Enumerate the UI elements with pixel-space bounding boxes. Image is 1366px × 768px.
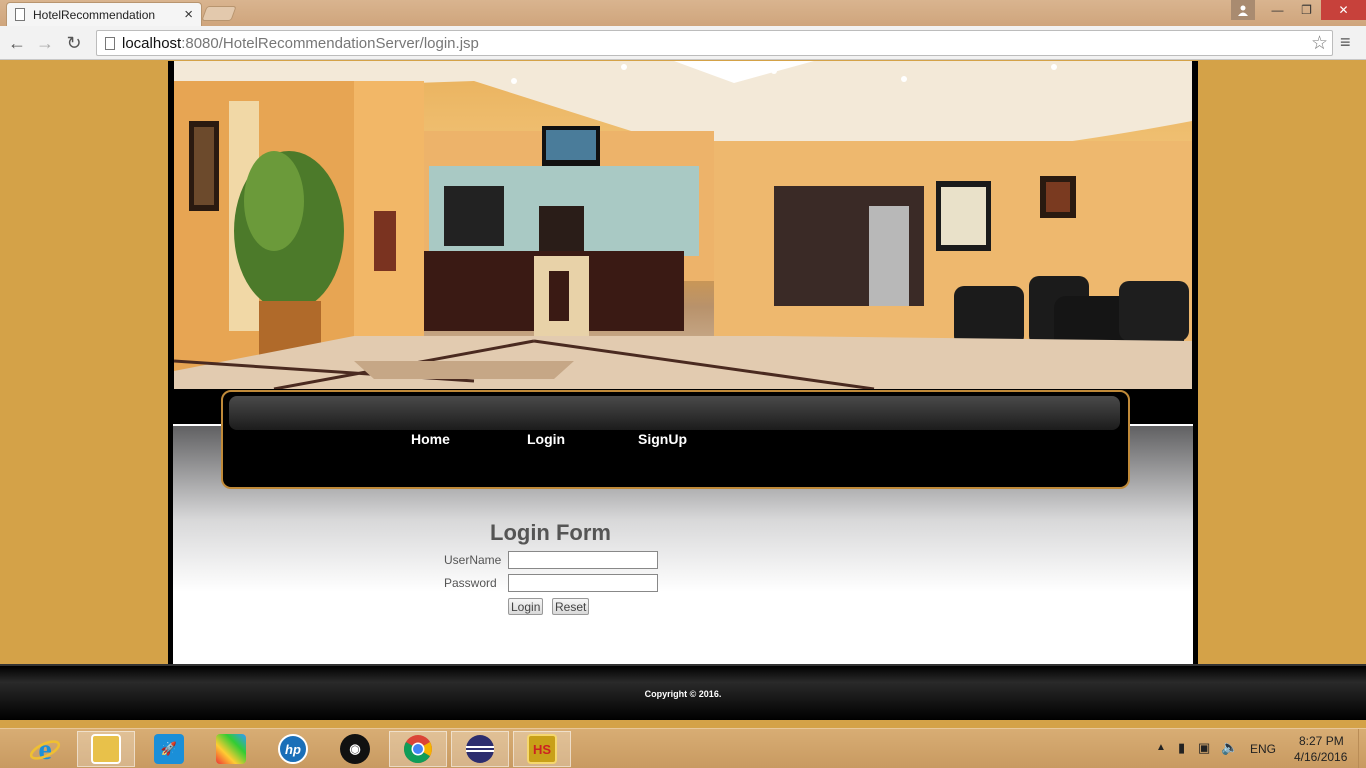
- reload-icon[interactable]: ↻: [63, 32, 85, 54]
- page-info-icon[interactable]: [105, 36, 115, 50]
- file-explorer-taskbar-button[interactable]: [77, 731, 135, 767]
- battery-icon[interactable]: ▮: [1178, 740, 1185, 756]
- svg-text:e: e: [38, 733, 51, 765]
- copyright-text: Copyright © 2016.: [644, 689, 722, 699]
- hp-icon: hp: [278, 734, 308, 764]
- browser-tab-strip: HotelRecommendation × — ❐ ✕: [0, 0, 1366, 26]
- close-tab-icon[interactable]: ×: [184, 6, 193, 23]
- internet-explorer-taskbar-button[interactable]: e: [16, 731, 74, 767]
- username-input[interactable]: [508, 551, 658, 569]
- camera-app-taskbar-button[interactable]: ◉: [326, 731, 384, 767]
- hp-taskbar-button[interactable]: hp: [264, 731, 322, 767]
- language-indicator[interactable]: ENG: [1250, 742, 1276, 756]
- clock-date[interactable]: 4/16/2016: [1294, 750, 1347, 764]
- new-tab-button[interactable]: [201, 6, 237, 21]
- show-desktop-button[interactable]: [1358, 729, 1366, 768]
- page-icon: [15, 8, 25, 21]
- network-icon[interactable]: ▣: [1198, 740, 1210, 756]
- volume-icon[interactable]: 🔈: [1221, 739, 1238, 756]
- username-label: UserName: [444, 553, 502, 567]
- windows-taskbar: e 🚀 hp ◉ HS ▲ ▮ ▣ 🔈 ENG 8:27 PM 4/16/201…: [0, 728, 1366, 768]
- eclipse-taskbar-button[interactable]: [451, 731, 509, 767]
- main-nav-bar: Home Login SignUp: [221, 390, 1130, 489]
- camera-icon: ◉: [340, 734, 370, 764]
- clock-time[interactable]: 8:27 PM: [1299, 734, 1344, 748]
- url-host: localhost: [122, 34, 182, 52]
- folder-icon: [91, 734, 121, 764]
- tab-title: HotelRecommendation: [33, 7, 156, 22]
- login-form-title: Login Form: [490, 520, 611, 545]
- close-window-button[interactable]: ✕: [1321, 0, 1366, 20]
- address-bar[interactable]: localhost:8080/HotelRecommendationServer…: [96, 30, 1333, 56]
- user-profile-icon[interactable]: [1231, 0, 1255, 20]
- password-input[interactable]: [508, 574, 658, 592]
- hs-app-taskbar-button[interactable]: HS: [513, 731, 571, 767]
- nav-signup-link[interactable]: SignUp: [638, 431, 687, 447]
- nav-login-link[interactable]: Login: [527, 431, 565, 447]
- nav-bar-gloss: [229, 396, 1120, 430]
- hotel-lobby-banner-image: [174, 61, 1192, 389]
- rocket-app-taskbar-button[interactable]: 🚀: [140, 731, 198, 767]
- browser-toolbar: ← → ↻ localhost:8080/HotelRecommendation…: [0, 26, 1366, 60]
- show-hidden-icons-icon[interactable]: ▲: [1156, 742, 1166, 753]
- login-button[interactable]: Login: [508, 598, 544, 615]
- system-tray: ▲ ▮ ▣ 🔈 ENG 8:27 PM 4/16/2016: [1146, 729, 1366, 768]
- chrome-icon: [404, 735, 432, 764]
- internet-explorer-icon: e: [29, 733, 61, 765]
- reset-button[interactable]: Reset: [552, 598, 590, 615]
- eclipse-icon: [466, 735, 494, 763]
- url-path: :8080/HotelRecommendationServer/login.js…: [181, 34, 479, 52]
- puzzle-app-taskbar-button[interactable]: [202, 731, 260, 767]
- restore-button[interactable]: ❐: [1292, 0, 1321, 20]
- minimize-button[interactable]: —: [1263, 0, 1292, 20]
- browser-tab[interactable]: HotelRecommendation ×: [6, 2, 202, 26]
- web-page: Home Login SignUp Login Form UserName Pa…: [0, 61, 1366, 728]
- nav-home-link[interactable]: Home: [411, 431, 450, 447]
- chrome-menu-icon[interactable]: ≡: [1340, 32, 1351, 53]
- hs-icon: HS: [527, 734, 557, 764]
- back-icon[interactable]: ←: [6, 32, 28, 54]
- bookmark-star-icon[interactable]: ☆: [1311, 32, 1328, 55]
- page-footer: Copyright © 2016.: [0, 664, 1366, 720]
- forward-icon[interactable]: →: [34, 32, 56, 54]
- chrome-taskbar-button[interactable]: [389, 731, 447, 767]
- puzzle-icon: [216, 734, 246, 764]
- password-label: Password: [444, 576, 497, 590]
- rocket-icon: 🚀: [154, 734, 184, 764]
- window-controls: — ❐ ✕: [1231, 0, 1366, 20]
